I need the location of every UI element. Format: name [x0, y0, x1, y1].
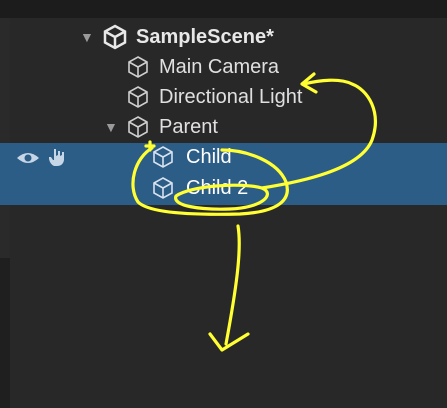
hierarchy-item-child[interactable]: Child [10, 142, 447, 172]
gameobject-cube-icon [153, 146, 173, 168]
unity-hierarchy-window: ▼ SampleScene* Main Camera Directional L… [0, 0, 447, 408]
item-label: Main Camera [159, 56, 280, 78]
hierarchy-item-child-2[interactable]: Child 2 [10, 173, 447, 203]
expand-arrow-down-icon[interactable]: ▼ [104, 120, 118, 134]
item-label: Directional Light [159, 86, 303, 108]
gameobject-cube-icon [128, 116, 148, 138]
gameobject-cube-icon [153, 177, 173, 199]
window-top-bar [0, 0, 447, 18]
item-label: Parent [159, 116, 218, 138]
hierarchy-item-directional-light[interactable]: Directional Light [10, 82, 447, 112]
gameobject-cube-icon [128, 86, 148, 108]
scene-label: SampleScene* [136, 26, 274, 48]
hierarchy-item-parent[interactable]: ▼ Parent [10, 112, 447, 142]
unity-logo-icon [103, 24, 127, 50]
selection-gutter-highlight [0, 143, 10, 205]
gameobject-cube-icon [128, 56, 148, 78]
item-label: Child [186, 146, 232, 168]
scene-row[interactable]: ▼ SampleScene* [10, 22, 447, 52]
expand-arrow-down-icon[interactable]: ▼ [80, 30, 94, 44]
hierarchy-item-main-camera[interactable]: Main Camera [10, 52, 447, 82]
item-label: Child 2 [186, 177, 249, 199]
